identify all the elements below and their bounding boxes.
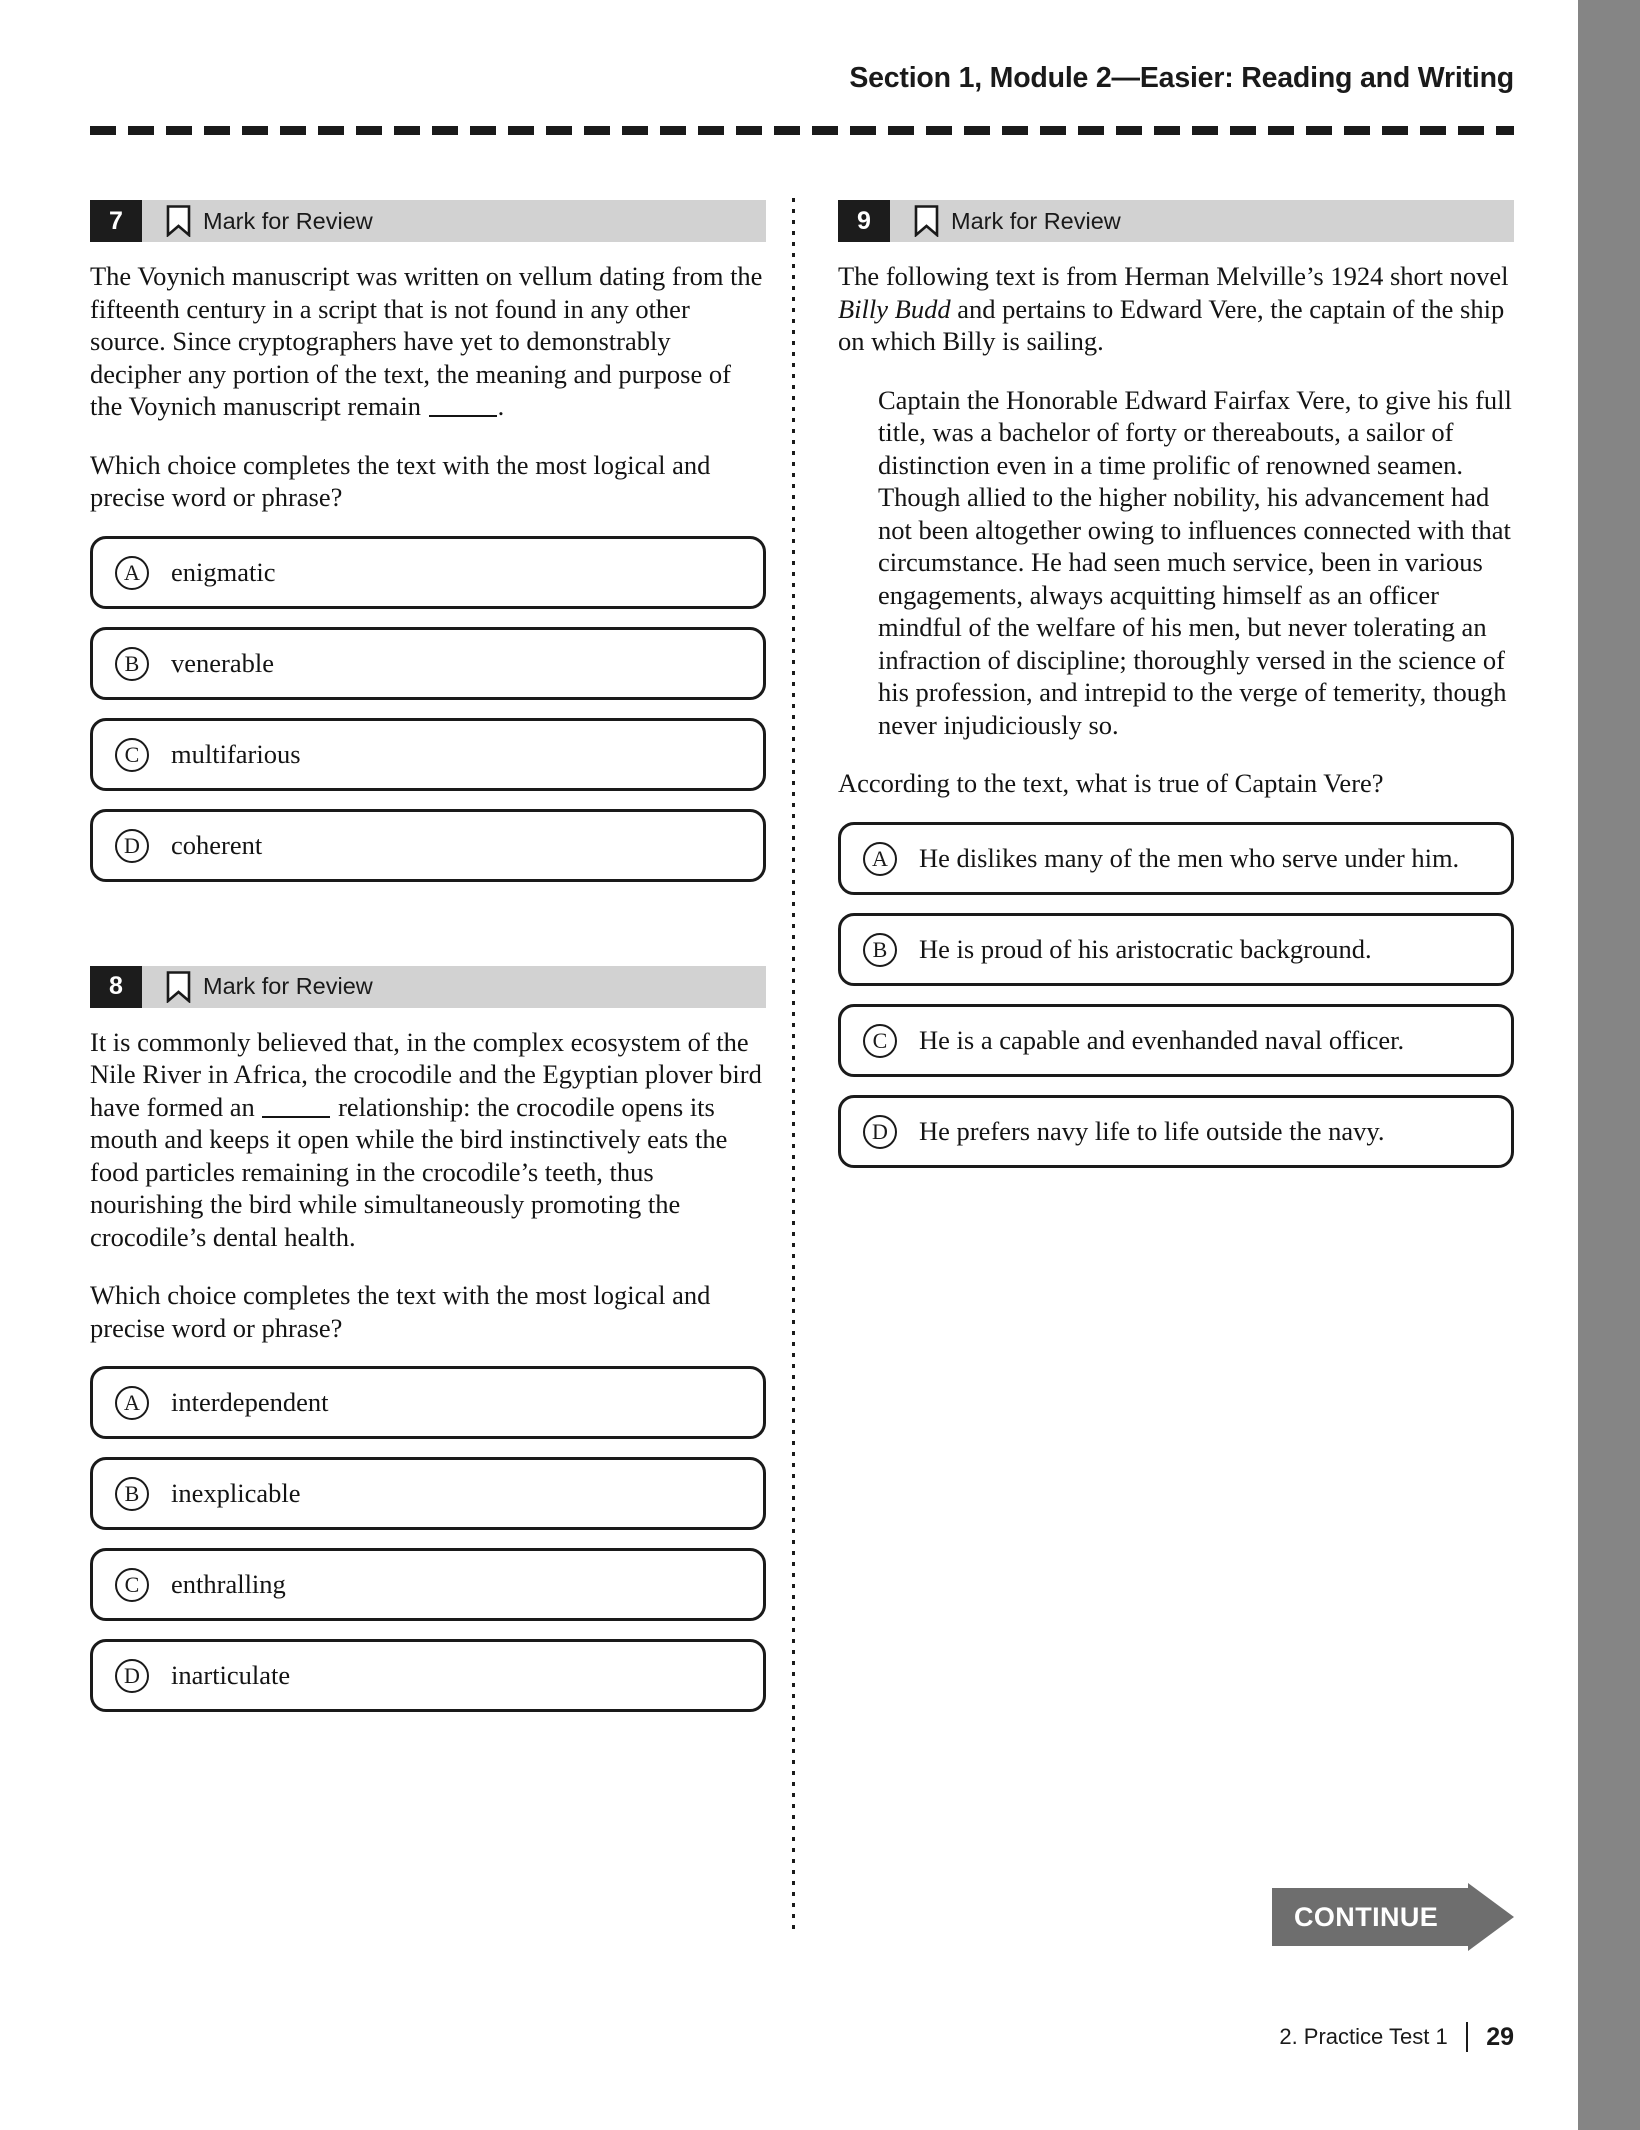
choice-letter-b: B	[115, 1477, 149, 1511]
question-7-choice-c[interactable]: C multifarious	[90, 717, 766, 791]
question-9-work-title: Billy Budd	[838, 293, 951, 324]
question-9-intro-pre: The following text is from Herman Melvil…	[838, 261, 1509, 291]
choice-text-a: He dislikes many of the men who serve un…	[919, 842, 1460, 873]
question-7-choices: A enigmatic B venerable C multifarious D…	[90, 535, 766, 882]
question-8-header: 8 Mark for Review	[90, 965, 766, 1008]
page-footer: 2. Practice Test 1 29	[90, 2022, 1514, 2052]
question-9-intro: The following text is from Herman Melvil…	[838, 260, 1514, 358]
continue-button-body: CONTINUE	[1272, 1888, 1468, 1946]
running-head: Section 1, Module 2—Easier: Reading and …	[849, 62, 1514, 94]
question-8: 8 Mark for Review It is commonly believe…	[90, 965, 766, 1712]
question-9: 9 Mark for Review The following text is …	[838, 200, 1514, 1168]
question-7-number: 7	[90, 200, 142, 242]
mark-for-review-button-9[interactable]: Mark for Review	[890, 200, 1121, 242]
choice-text-c: He is a capable and evenhanded naval off…	[919, 1024, 1405, 1055]
mark-for-review-label-7: Mark for Review	[203, 207, 373, 234]
choice-letter-c: C	[863, 1023, 897, 1058]
footer-separator	[1465, 2022, 1469, 2052]
bookmark-icon	[914, 205, 939, 237]
question-7-passage-pre: The Voynich manuscript was written on ve…	[90, 261, 763, 421]
question-9-choice-a[interactable]: A He dislikes many of the men who serve …	[838, 821, 1514, 895]
question-7-choice-b[interactable]: B venerable	[90, 626, 766, 700]
choice-text-b: inexplicable	[171, 1478, 301, 1508]
question-9-choice-b[interactable]: B He is proud of his aristocratic backgr…	[838, 912, 1514, 986]
choice-letter-c: C	[115, 737, 149, 772]
mark-for-review-button-8[interactable]: Mark for Review	[142, 966, 373, 1008]
question-8-passage: It is commonly believed that, in the com…	[90, 1026, 766, 1254]
question-8-choice-d[interactable]: D inarticulate	[90, 1639, 766, 1712]
page-edge-tab	[1578, 0, 1640, 2130]
question-7-passage-post: .	[497, 391, 505, 421]
question-9-number: 9	[838, 200, 890, 242]
footer-section-label: 2. Practice Test 1	[1279, 2024, 1448, 2049]
choice-text-c: enthralling	[171, 1569, 286, 1599]
question-8-choice-b[interactable]: B inexplicable	[90, 1457, 766, 1530]
question-9-blockquote: Captain the Honorable Edward Fairfax Ver…	[878, 384, 1512, 740]
choice-letter-d: D	[115, 828, 149, 863]
choice-text-d: He prefers navy life to life outside the…	[919, 1115, 1385, 1146]
choice-letter-a: A	[863, 841, 897, 876]
left-column: 7 Mark for Review The Voynich manuscript…	[90, 200, 766, 1730]
choice-text-d: inarticulate	[171, 1660, 291, 1690]
bookmark-icon	[166, 970, 191, 1003]
choice-letter-b: B	[115, 646, 149, 681]
page-number: 29	[1486, 2022, 1514, 2051]
continue-button-label: CONTINUE	[1294, 1901, 1439, 1932]
continue-button[interactable]: CONTINUE	[1272, 1883, 1514, 1951]
choice-letter-a: A	[115, 555, 149, 590]
question-8-choices: A interdependent B inexplicable C enthra…	[90, 1366, 766, 1712]
question-7: 7 Mark for Review The Voynich manuscript…	[90, 200, 766, 882]
question-7-prompt: Which choice completes the text with the…	[90, 449, 711, 513]
question-9-choice-c[interactable]: C He is a capable and evenhanded naval o…	[838, 1003, 1514, 1077]
question-7-choice-d[interactable]: D coherent	[90, 808, 766, 882]
question-8-blank	[262, 1097, 331, 1118]
question-7-blank	[428, 396, 497, 417]
question-7-passage: The Voynich manuscript was written on ve…	[90, 260, 766, 423]
page: Section 1, Module 2—Easier: Reading and …	[0, 0, 1640, 2130]
mark-for-review-label-9: Mark for Review	[951, 207, 1121, 234]
question-8-prompt: Which choice completes the text with the…	[90, 1280, 711, 1343]
mark-for-review-button-7[interactable]: Mark for Review	[142, 200, 373, 242]
question-8-choice-c[interactable]: C enthralling	[90, 1548, 766, 1621]
arrow-right-icon	[1468, 1883, 1514, 1951]
choice-text-a: enigmatic	[171, 556, 276, 587]
question-8-choice-a[interactable]: A interdependent	[90, 1366, 766, 1439]
choice-text-c: multifarious	[171, 738, 301, 769]
choice-letter-c: C	[115, 1568, 149, 1602]
choice-text-b: venerable	[171, 647, 274, 678]
question-gap	[90, 900, 766, 966]
choice-text-a: interdependent	[171, 1387, 329, 1417]
question-9-choice-d[interactable]: D He prefers navy life to life outside t…	[838, 1094, 1514, 1168]
right-column: 9 Mark for Review The following text is …	[838, 200, 1514, 1186]
mark-for-review-label-8: Mark for Review	[203, 973, 373, 999]
header-dashed-rule	[90, 126, 1514, 135]
choice-letter-b: B	[863, 932, 897, 967]
question-8-number: 8	[90, 965, 142, 1008]
bookmark-icon	[166, 205, 191, 237]
question-7-choice-a[interactable]: A enigmatic	[90, 535, 766, 609]
choice-text-b: He is proud of his aristocratic backgrou…	[919, 933, 1372, 964]
choice-text-d: coherent	[171, 829, 263, 860]
question-9-prompt: According to the text, what is true of C…	[838, 768, 1384, 798]
column-divider	[792, 198, 795, 1936]
question-9-header: 9 Mark for Review	[838, 200, 1514, 242]
choice-letter-d: D	[863, 1114, 897, 1149]
question-9-choices: A He dislikes many of the men who serve …	[838, 821, 1514, 1168]
question-7-header: 7 Mark for Review	[90, 200, 766, 242]
choice-letter-a: A	[115, 1386, 149, 1420]
choice-letter-d: D	[115, 1659, 149, 1693]
